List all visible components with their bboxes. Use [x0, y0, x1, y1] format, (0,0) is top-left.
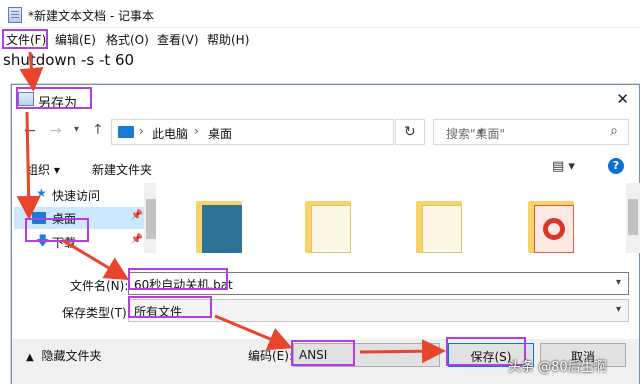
pdf-icon	[543, 218, 565, 240]
refresh-button[interactable]: ↻	[395, 119, 425, 145]
sidebar-item-quick-access[interactable]: ★ 快速访问	[14, 184, 147, 206]
search-input[interactable]: 搜索"桌面" ⌕	[433, 119, 629, 145]
breadcrumb-desktop[interactable]: 桌面	[208, 125, 232, 142]
file-type-label: 保存类型(T):	[62, 306, 131, 320]
notepad-title: *新建文本文档 - 记事本	[28, 9, 154, 23]
view-options-icon[interactable]: ▤ ▾	[552, 159, 575, 174]
notepad-icon	[8, 7, 22, 23]
notepad-menu-bar: 文件(F) 编辑(E) 格式(O) 查看(V) 帮助(H)	[0, 28, 640, 49]
watermark: 头条 @80后生啊	[508, 360, 607, 375]
forward-arrow-icon[interactable]: →	[50, 123, 62, 139]
scrollbar-thumb[interactable]	[146, 199, 156, 239]
sidebar-item-label: 快速访问	[52, 189, 101, 203]
organize-button[interactable]: 组织 ▾	[26, 161, 60, 178]
menu-file-highlight	[2, 29, 48, 49]
breadcrumb-this-pc[interactable]: 此电脑	[152, 125, 188, 142]
back-arrow-icon[interactable]: ←	[24, 123, 36, 139]
chevron-down-icon[interactable]: ▾	[616, 277, 621, 288]
search-placeholder: 搜索"桌面"	[446, 127, 506, 141]
help-icon[interactable]: ?	[608, 158, 624, 174]
menu-view[interactable]: 查看(V)	[157, 31, 199, 48]
folder-item[interactable]	[196, 197, 242, 253]
file-list-scrollbar[interactable]	[626, 183, 640, 253]
notepad-title-bar: *新建文本文档 - 记事本	[0, 0, 640, 28]
chevron-down-icon[interactable]: ▾	[616, 304, 621, 315]
up-arrow-icon[interactable]: ↑	[92, 122, 104, 138]
hide-folders-label: 隐藏文件夹	[41, 349, 102, 363]
folder-item[interactable]	[416, 197, 462, 253]
menu-format[interactable]: 格式(O)	[106, 31, 149, 48]
folder-item[interactable]	[305, 197, 351, 253]
folder-item[interactable]	[528, 197, 574, 253]
menu-edit[interactable]: 编辑(E)	[55, 31, 96, 48]
chevron-up-icon: ▲	[26, 352, 34, 363]
address-bar[interactable]: › 此电脑 › 桌面 ▾	[111, 119, 484, 145]
hide-folders-toggle[interactable]: ▲ 隐藏文件夹	[26, 347, 102, 364]
menu-help[interactable]: 帮助(H)	[207, 31, 249, 48]
search-icon: ⌕	[610, 123, 618, 139]
pin-icon: 📌	[130, 210, 143, 221]
scrollbar-thumb[interactable]	[628, 199, 638, 235]
editor-content: shutdown -s -t 60	[3, 51, 135, 69]
file-name-highlight	[128, 268, 228, 290]
new-folder-button[interactable]: 新建文件夹	[92, 161, 152, 178]
recent-dropdown-icon[interactable]: ▾	[74, 124, 79, 135]
notepad-editor[interactable]: shutdown -s -t 60	[0, 49, 640, 84]
star-icon: ★	[36, 186, 47, 200]
dialog-title-highlight	[16, 87, 92, 109]
encoding-label: 编码(E):	[248, 349, 293, 363]
file-name-label: 文件名(N):	[70, 279, 129, 293]
save-as-dialog: 另存为 ✕ ← → ▾ ↑ › 此电脑 › 桌面 ▾ ↻ 搜索"桌面" ⌕ 组织…	[11, 84, 640, 384]
file-type-highlight	[128, 296, 212, 318]
desktop-highlight	[25, 218, 89, 242]
sidebar-scrollbar[interactable]	[144, 183, 156, 253]
encoding-highlight	[291, 340, 355, 366]
breadcrumb-separator: ›	[194, 124, 199, 138]
refresh-icon: ↻	[404, 124, 416, 140]
close-icon[interactable]: ✕	[616, 90, 629, 108]
pin-icon: 📌	[130, 234, 143, 245]
breadcrumb-separator: ›	[139, 124, 144, 138]
this-pc-icon	[118, 126, 134, 138]
